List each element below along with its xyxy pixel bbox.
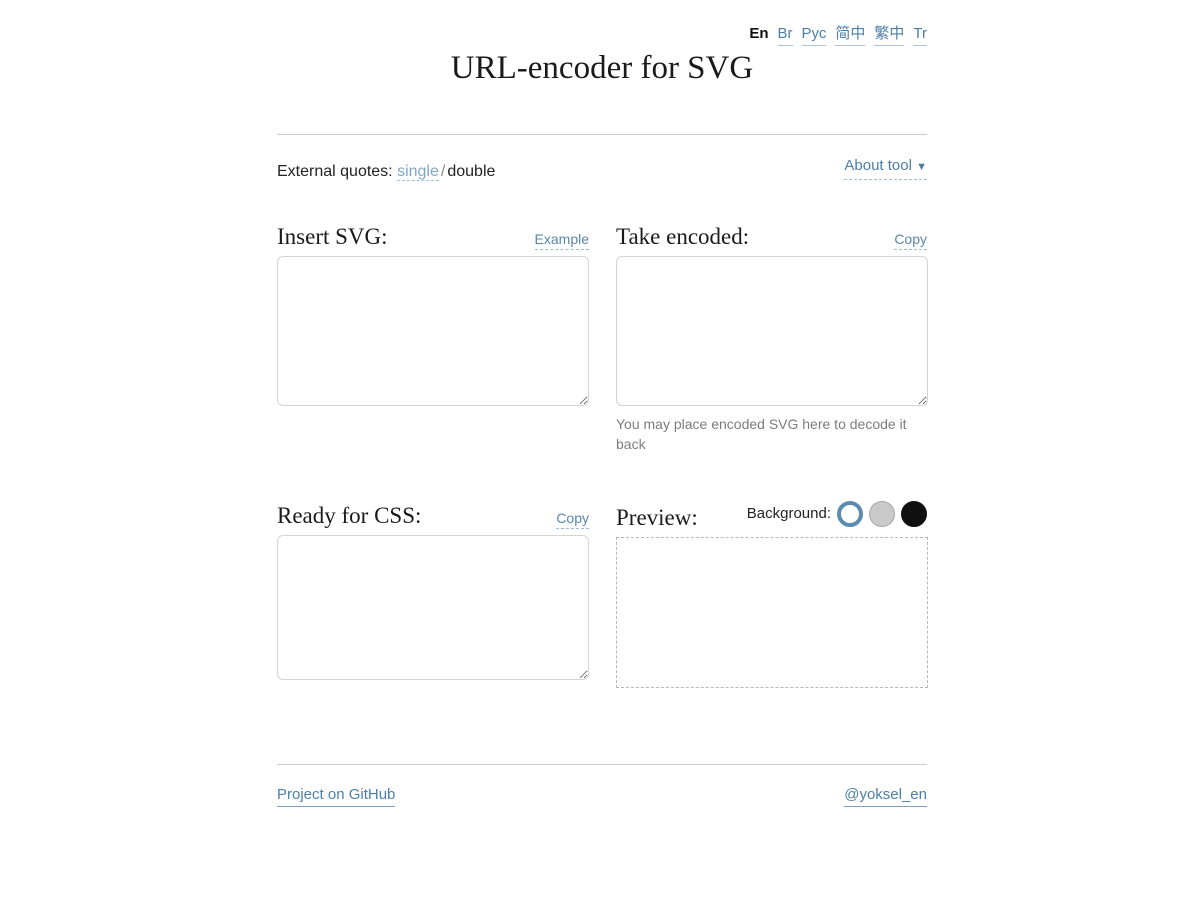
chevron-down-icon: ▼ bbox=[916, 161, 927, 173]
background-swatch-gray[interactable] bbox=[869, 501, 895, 527]
insert-svg-title: Insert SVG: bbox=[277, 224, 388, 249]
insert-svg-section: Insert SVG: Example bbox=[277, 222, 589, 406]
take-encoded-title: Take encoded: bbox=[616, 224, 750, 249]
take-encoded-hint: You may place encoded SVG here to decode… bbox=[616, 416, 907, 452]
footer: Project on GitHub @yoksel_en bbox=[277, 785, 927, 807]
preview-section: Preview: Background: bbox=[616, 501, 928, 688]
example-link[interactable]: Example bbox=[534, 230, 589, 250]
quotes-option-double[interactable]: double bbox=[447, 163, 495, 180]
language-switcher: En Br Рус 简中 繁中 Tr bbox=[749, 24, 927, 46]
background-label: Background: bbox=[746, 505, 831, 522]
language-item-br[interactable]: Br bbox=[777, 24, 793, 46]
ready-for-css-output[interactable] bbox=[277, 535, 589, 680]
divider-top bbox=[277, 134, 927, 135]
background-swatch-black[interactable] bbox=[901, 501, 927, 527]
language-item-en[interactable]: En bbox=[749, 24, 768, 44]
ready-for-css-section: Ready for CSS: Copy bbox=[277, 501, 589, 680]
ready-for-css-title: Ready for CSS: bbox=[277, 503, 422, 528]
take-encoded-section: Take encoded: Copy You may place encoded… bbox=[616, 222, 928, 454]
insert-svg-input[interactable] bbox=[277, 256, 589, 406]
about-tool-label: About tool bbox=[844, 157, 912, 174]
preview-header: Preview: Background: bbox=[616, 501, 927, 537]
take-encoded-header: Take encoded: Copy bbox=[616, 222, 927, 256]
about-tool-toggle[interactable]: About tool ▼ bbox=[844, 156, 927, 180]
preview-canvas bbox=[616, 537, 928, 688]
background-picker: Background: bbox=[747, 501, 927, 527]
app-root: En Br Рус 简中 繁中 Tr URL-encoder for SVG E… bbox=[0, 0, 1200, 900]
preview-title: Preview: bbox=[616, 505, 698, 530]
project-on-github-link[interactable]: Project on GitHub bbox=[277, 785, 396, 807]
copy-encoded-button[interactable]: Copy bbox=[894, 230, 927, 250]
language-item-rus[interactable]: Рус bbox=[801, 24, 827, 46]
page-title: URL-encoder for SVG bbox=[450, 50, 754, 86]
quotes-separator: / bbox=[440, 163, 446, 180]
external-quotes-label: External quotes: bbox=[277, 163, 393, 180]
divider-bottom bbox=[277, 764, 927, 765]
copy-css-button[interactable]: Copy bbox=[556, 509, 589, 529]
insert-svg-header: Insert SVG: Example bbox=[277, 222, 589, 256]
language-item-traditional-chinese[interactable]: 繁中 bbox=[874, 24, 905, 46]
quotes-option-single[interactable]: single bbox=[397, 163, 439, 181]
background-swatch-white[interactable] bbox=[837, 501, 863, 527]
language-item-simplified-chinese[interactable]: 简中 bbox=[835, 24, 866, 46]
ready-for-css-header: Ready for CSS: Copy bbox=[277, 501, 589, 535]
options-row: External quotes: single / double About too… bbox=[277, 157, 927, 184]
external-quotes-setting: External quotes: single / double bbox=[277, 160, 495, 184]
author-twitter-link[interactable]: @yoksel_en bbox=[844, 785, 927, 807]
language-item-tr[interactable]: Tr bbox=[913, 24, 927, 46]
take-encoded-input[interactable] bbox=[616, 256, 928, 406]
